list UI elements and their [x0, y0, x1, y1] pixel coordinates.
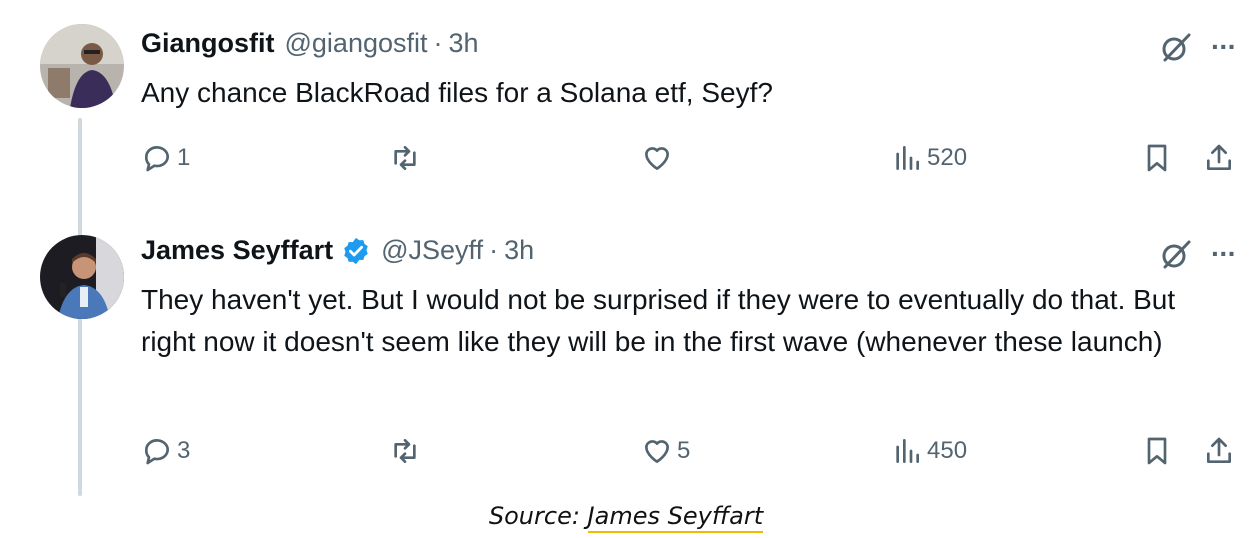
reply-count: 1 [177, 144, 191, 171]
retweet-button[interactable] [389, 435, 425, 467]
verified-badge-icon[interactable] [341, 236, 371, 266]
more-options-icon[interactable]: ··· [1211, 240, 1237, 268]
action-bar: 1 520 [141, 142, 1251, 182]
separator: · [433, 28, 443, 58]
timestamp[interactable]: 3h [449, 28, 479, 59]
bookmark-button[interactable] [1141, 142, 1173, 174]
avatar[interactable] [40, 235, 124, 319]
views-icon [896, 439, 919, 463]
reply-icon [144, 146, 169, 172]
tweet-text: They haven't yet. But I would not be sur… [141, 284, 1176, 357]
bookmark-icon [1147, 144, 1167, 172]
author-handle[interactable]: @giangosfit [285, 28, 428, 59]
like-count: 5 [677, 437, 691, 464]
share-icon [1207, 437, 1231, 463]
reply-button[interactable]: 1 [141, 142, 190, 174]
author-handle[interactable]: @JSeyff [381, 235, 483, 266]
grok-icon[interactable] [1159, 30, 1193, 64]
author-name[interactable]: Giangosfit [141, 28, 275, 59]
author-name[interactable]: James Seyffart [141, 235, 333, 266]
views-count: 520 [927, 144, 968, 171]
retweet-button[interactable] [389, 142, 425, 174]
reply-count: 3 [177, 437, 191, 464]
views-count: 450 [927, 437, 968, 464]
like-button[interactable]: 5 [641, 435, 690, 467]
share-button[interactable] [1203, 435, 1235, 467]
tweet[interactable]: James Seyffart @JSeyff · 3h ··· They hav… [0, 215, 1252, 500]
share-icon [1207, 144, 1231, 170]
bookmark-button[interactable] [1141, 435, 1173, 467]
action-bar: 3 5 450 [141, 435, 1251, 475]
timestamp[interactable]: 3h [504, 235, 534, 266]
retweet-icon [394, 439, 416, 463]
retweet-icon [394, 146, 416, 170]
source-link[interactable]: James Seyffart [587, 502, 764, 533]
share-button[interactable] [1203, 142, 1235, 174]
views-icon [896, 146, 919, 170]
heart-icon [645, 147, 669, 170]
views-button[interactable]: 520 [891, 142, 967, 174]
tweet-text: Any chance BlackRoad files for a Solana … [141, 77, 773, 108]
views-button[interactable]: 450 [891, 435, 967, 467]
source-caption: Source: James Seyffart [0, 502, 1252, 533]
bookmark-icon [1147, 437, 1167, 465]
separator: · [489, 235, 499, 265]
heart-icon [645, 440, 669, 463]
tweet[interactable]: Giangosfit @giangosfit · 3h ··· Any chan… [0, 0, 1252, 215]
source-prefix: Source: [488, 502, 588, 530]
like-button[interactable] [641, 142, 677, 174]
grok-icon[interactable] [1159, 237, 1193, 271]
reply-button[interactable]: 3 [141, 435, 190, 467]
more-options-icon[interactable]: ··· [1211, 33, 1237, 61]
avatar[interactable] [40, 24, 124, 108]
reply-icon [144, 439, 169, 465]
